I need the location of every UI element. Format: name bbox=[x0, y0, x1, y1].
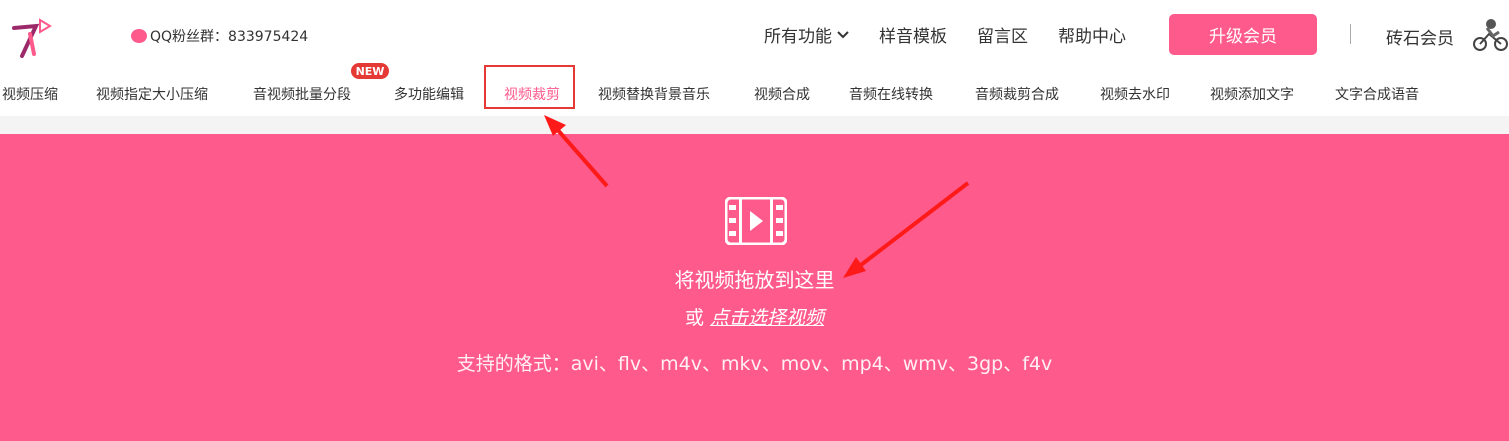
supported-formats: 支持的格式：avi、flv、m4v、mkv、mov、mp4、wmv、3gp、f4… bbox=[456, 353, 1053, 375]
nav-message-board[interactable]: 留言区 bbox=[977, 22, 1028, 47]
qq-group-info: QQ粉丝群：833975424 bbox=[130, 26, 308, 46]
qq-icon bbox=[131, 29, 147, 43]
nav-help-center[interactable]: 帮助中心 bbox=[1058, 22, 1126, 47]
upgrade-member-button[interactable]: 升级会员 bbox=[1169, 14, 1317, 55]
top-nav: 所有功能 样音模板 留言区 帮助中心 bbox=[764, 22, 1156, 47]
nav-all-features[interactable]: 所有功能 bbox=[764, 22, 849, 47]
header-divider bbox=[1350, 24, 1351, 44]
choose-video-link[interactable]: 点击选择视频 bbox=[710, 307, 824, 329]
nav-all-features-label: 所有功能 bbox=[764, 27, 832, 47]
dropzone-choose: 或 点击选择视频 bbox=[0, 303, 1509, 330]
new-badge: NEW bbox=[351, 63, 389, 79]
tab-text-to-speech[interactable]: 文字合成语音 bbox=[1335, 84, 1419, 104]
tab-multi-edit[interactable]: 多功能编辑 bbox=[394, 84, 464, 104]
dropzone-title: 将视频拖放到这里 bbox=[674, 268, 835, 292]
divider-strip bbox=[0, 116, 1509, 134]
or-text: 或 bbox=[684, 307, 704, 329]
tab-video-merge[interactable]: 视频合成 bbox=[754, 84, 810, 104]
chevron-down-icon bbox=[837, 30, 849, 38]
tool-tabs: 视频压缩 视频指定大小压缩 音视频批量分段 多功能编辑 视频裁剪 视频替换背景音… bbox=[0, 68, 1509, 116]
nav-message-board-label: 留言区 bbox=[977, 27, 1028, 47]
member-status[interactable]: 砖石会员 bbox=[1386, 24, 1454, 49]
avatar[interactable] bbox=[1471, 14, 1509, 52]
qq-group-text: QQ粉丝群：833975424 bbox=[150, 29, 309, 45]
nav-sample-templates-label: 样音模板 bbox=[879, 27, 947, 47]
tab-audio-crop-merge[interactable]: 音频裁剪合成 bbox=[975, 84, 1059, 104]
top-header: QQ粉丝群：833975424 所有功能 样音模板 留言区 帮助中心 升级会员 … bbox=[0, 0, 1509, 68]
active-tab-highlight bbox=[484, 65, 575, 109]
tab-batch-segment[interactable]: 音视频批量分段 bbox=[253, 84, 351, 104]
nav-help-center-label: 帮助中心 bbox=[1058, 27, 1126, 47]
video-file-icon bbox=[725, 197, 787, 245]
tab-video-compress[interactable]: 视频压缩 bbox=[2, 84, 58, 104]
tab-audio-convert[interactable]: 音频在线转换 bbox=[849, 84, 933, 104]
tab-replace-bgm[interactable]: 视频替换背景音乐 bbox=[598, 84, 710, 104]
tab-remove-watermark[interactable]: 视频去水印 bbox=[1100, 84, 1170, 104]
tab-video-size-compress[interactable]: 视频指定大小压缩 bbox=[96, 84, 208, 104]
logo-icon[interactable] bbox=[8, 14, 54, 60]
nav-sample-templates[interactable]: 样音模板 bbox=[879, 22, 947, 47]
tab-add-text[interactable]: 视频添加文字 bbox=[1210, 84, 1294, 104]
